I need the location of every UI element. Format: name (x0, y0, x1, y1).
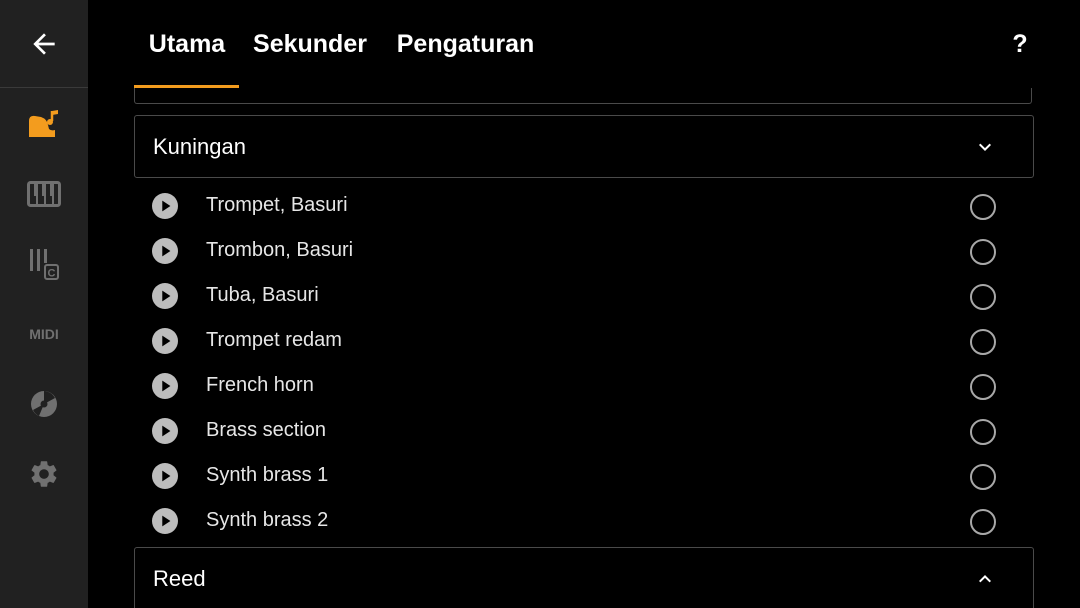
play-circle-icon[interactable] (152, 193, 178, 219)
midi-icon: MIDI (29, 326, 59, 342)
list-item[interactable]: Synth brass 1 (134, 453, 1034, 498)
radio-button[interactable] (970, 329, 996, 355)
previous-group-card (134, 88, 1032, 104)
radio-button[interactable] (970, 374, 996, 400)
midi-label: MIDI (29, 326, 59, 342)
play-circle-icon[interactable] (152, 508, 178, 534)
app-root: C MIDI Utama Sekunder Pengaturan ? Kunin… (0, 0, 1080, 608)
play-circle-icon[interactable] (152, 418, 178, 444)
piano-keys-icon (27, 181, 61, 207)
sidebar-item-settings[interactable] (0, 444, 88, 504)
item-label: Trompet redam (206, 329, 342, 351)
item-label: Brass section (206, 419, 327, 441)
arrow-left-icon (33, 32, 55, 55)
sidebar-item-chord[interactable]: C (0, 234, 88, 294)
back-button[interactable] (0, 0, 88, 88)
list-item[interactable]: Trompet, Basuri (134, 183, 1034, 228)
sidebar-item-disc[interactable] (0, 374, 88, 434)
svg-text:C: C (48, 268, 56, 280)
list-item[interactable]: Trombon, Basuri (134, 228, 1034, 273)
item-label: Trompet, Basuri (206, 194, 348, 216)
radio-button[interactable] (970, 509, 996, 535)
gear-icon (31, 461, 57, 487)
instrument-list: Kuningan Trompet, Basuri Trombon, Basuri… (88, 88, 1080, 608)
disc-icon (31, 391, 57, 417)
list-item[interactable]: Trompet redam (134, 318, 1034, 363)
play-circle-icon[interactable] (152, 373, 178, 399)
play-circle-icon[interactable] (152, 328, 178, 354)
list-item[interactable]: Synth brass 2 (134, 498, 1034, 543)
tab-pengaturan[interactable]: Pengaturan (393, 0, 538, 88)
item-label: Synth brass 1 (206, 464, 329, 486)
radio-button[interactable] (970, 194, 996, 220)
list-item[interactable]: Brass section (134, 408, 1034, 453)
play-circle-icon[interactable] (152, 238, 178, 264)
radio-button[interactable] (970, 419, 996, 445)
sidebar: C MIDI (0, 0, 88, 608)
group-header-kuningan[interactable]: Kuningan (134, 115, 1034, 178)
radio-button[interactable] (970, 284, 996, 310)
sidebar-item-instrument[interactable] (0, 94, 88, 154)
item-label: Tuba, Basuri (206, 284, 319, 306)
list-item[interactable]: French horn (134, 363, 1034, 408)
chevron-down-icon (979, 143, 991, 151)
group-title: Kuningan (153, 133, 246, 159)
radio-button[interactable] (970, 464, 996, 490)
help-button[interactable]: ? (1004, 22, 1036, 66)
item-label: Synth brass 2 (206, 509, 329, 531)
chord-keys-icon: C (30, 249, 59, 280)
sidebar-item-midi[interactable]: MIDI (0, 304, 88, 364)
play-circle-icon[interactable] (152, 463, 178, 489)
radio-button[interactable] (970, 239, 996, 265)
list-item[interactable]: Tuba, Basuri (134, 273, 1034, 318)
tab-sekunder[interactable]: Sekunder (250, 0, 370, 88)
item-label: Trombon, Basuri (206, 239, 354, 261)
play-circle-icon[interactable] (152, 283, 178, 309)
header: Utama Sekunder Pengaturan ? (88, 0, 1080, 88)
instrument-note-icon (29, 110, 58, 137)
group-header-reed[interactable]: Reed (134, 547, 1034, 608)
item-label: French horn (206, 374, 314, 396)
tab-utama[interactable]: Utama (144, 0, 230, 88)
group-title: Reed (153, 565, 206, 591)
chevron-up-icon (979, 575, 991, 583)
sidebar-item-piano[interactable] (0, 164, 88, 224)
